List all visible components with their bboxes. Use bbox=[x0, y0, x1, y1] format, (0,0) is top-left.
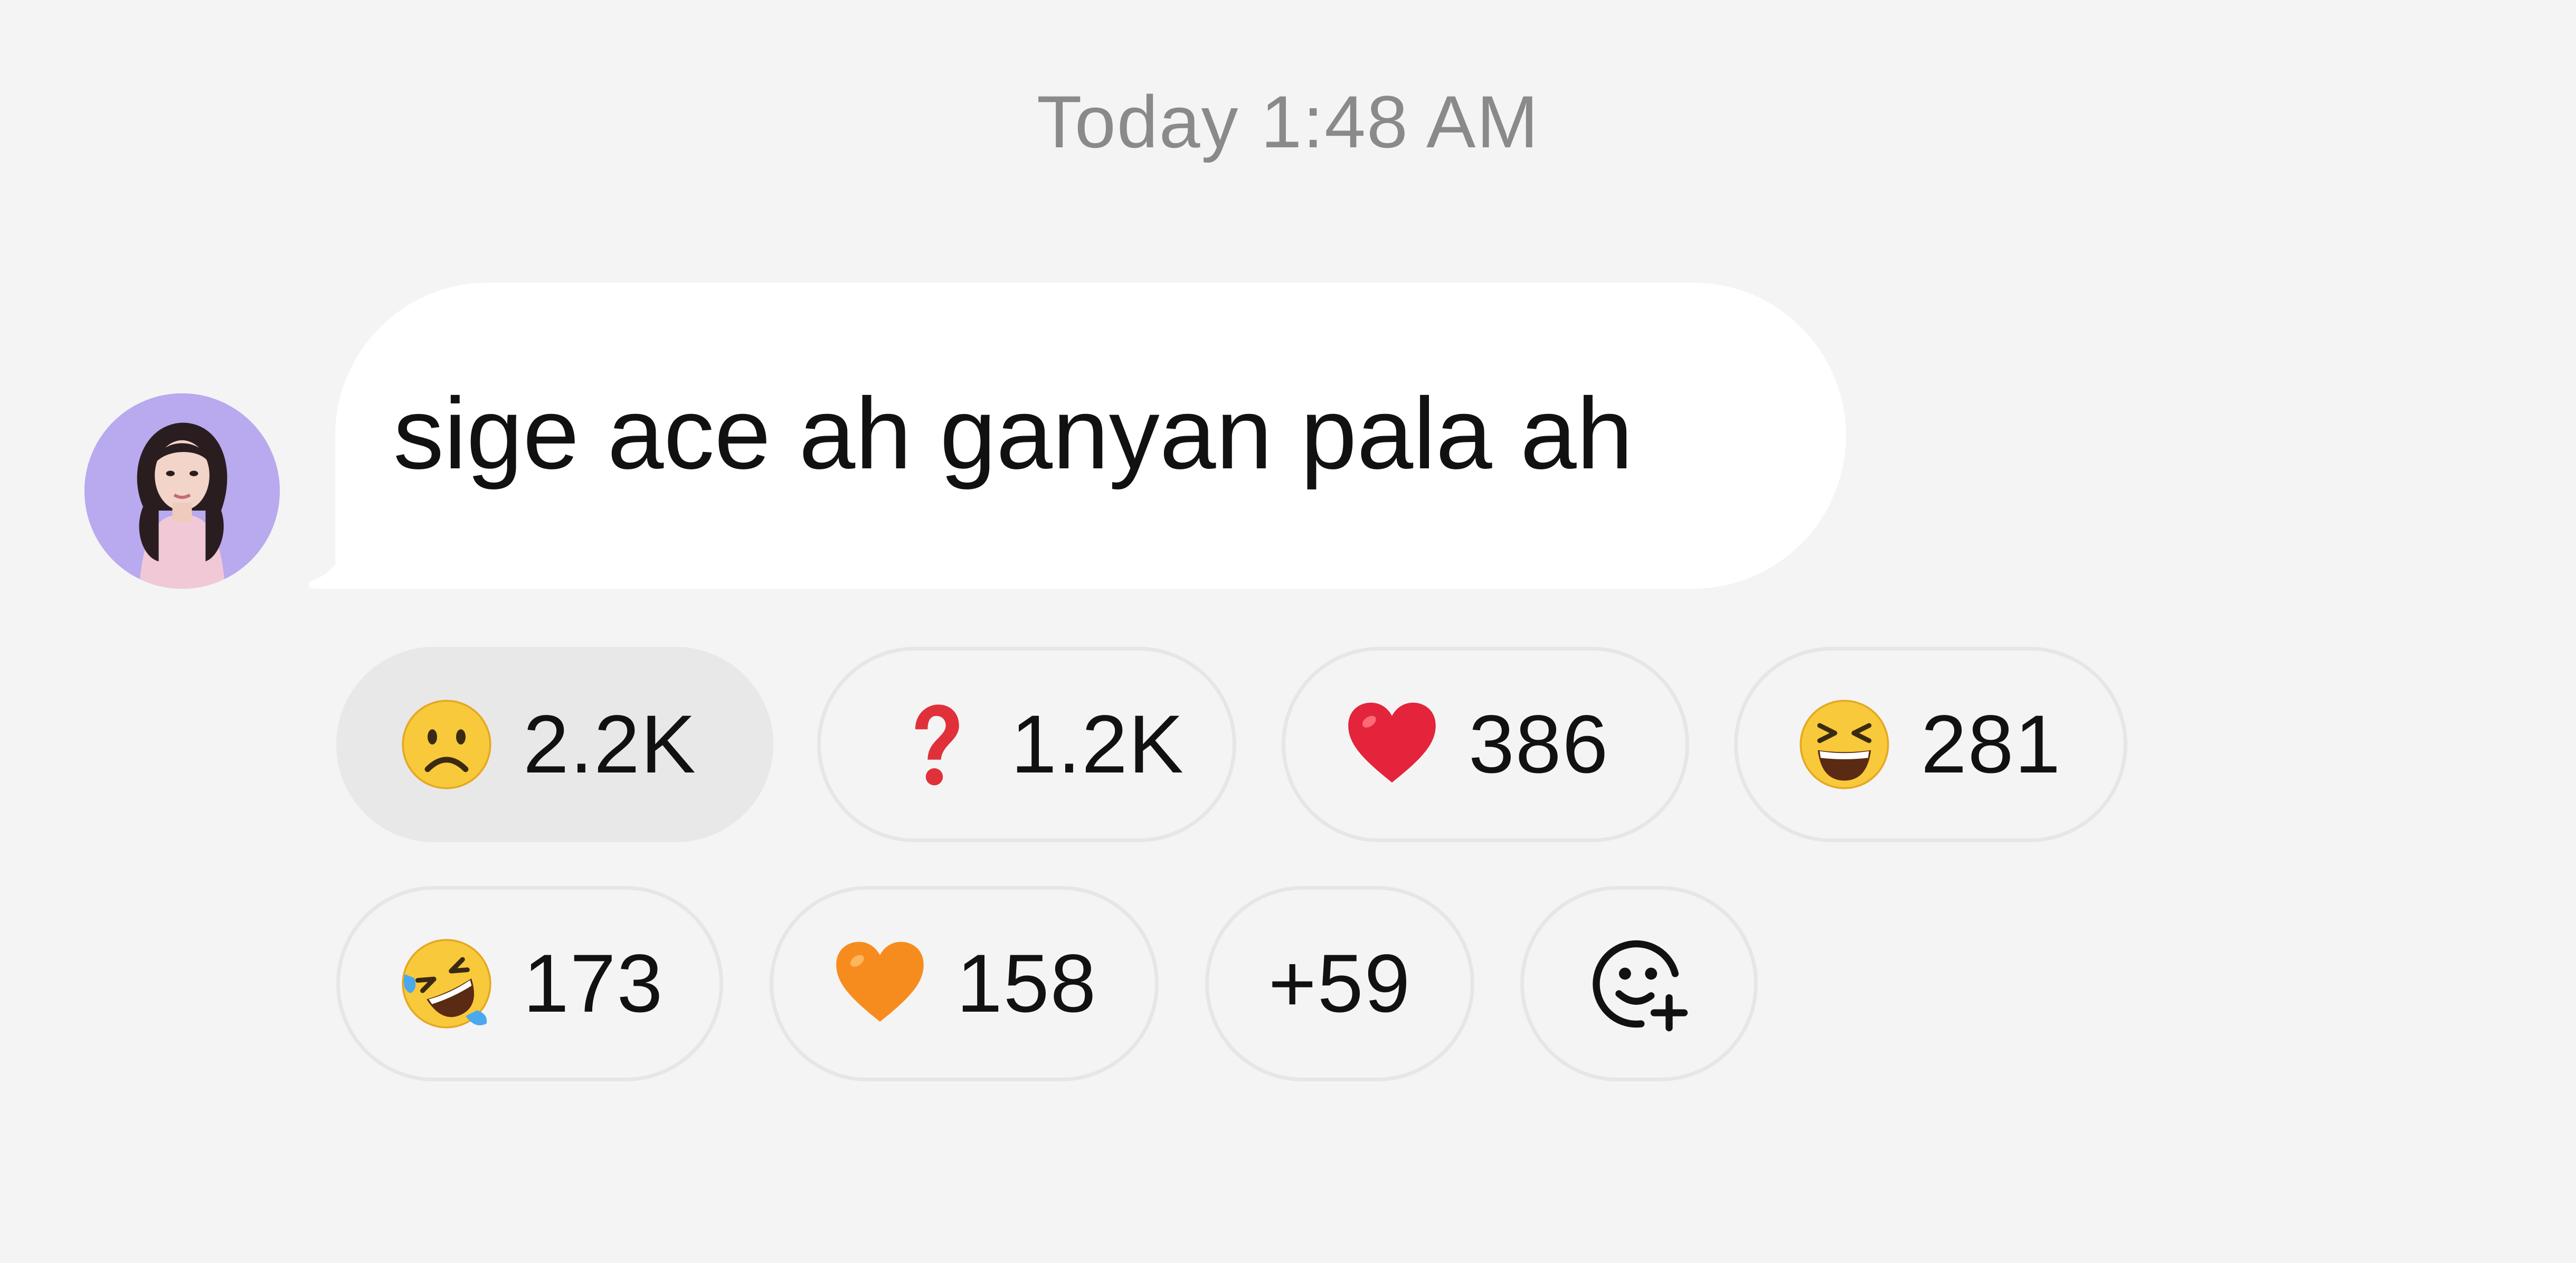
rofl-face-icon bbox=[402, 939, 491, 1029]
reaction-count: 173 bbox=[523, 937, 664, 1030]
message-text: sige ace ah ganyan pala ah bbox=[393, 376, 1633, 490]
reaction-question[interactable]: 1.2K bbox=[817, 647, 1236, 842]
message-bubble[interactable]: sige ace ah ganyan pala ah bbox=[335, 282, 1846, 589]
sender-avatar[interactable] bbox=[84, 393, 280, 589]
reaction-rofl[interactable]: 173 bbox=[336, 886, 723, 1081]
reaction-orange-heart[interactable]: 158 bbox=[770, 886, 1159, 1081]
frowning-face-icon bbox=[402, 700, 491, 789]
reaction-count: 1.2K bbox=[1011, 698, 1185, 790]
message-timestamp: Today 1:48 AM bbox=[1036, 80, 1540, 163]
red-heart-icon bbox=[1348, 702, 1436, 783]
add-reaction-icon bbox=[1593, 940, 1688, 1032]
more-reactions-button[interactable]: +59 bbox=[1205, 886, 1474, 1081]
laughing-face-icon bbox=[1800, 700, 1889, 789]
reaction-sad[interactable]: 2.2K bbox=[336, 647, 773, 842]
reaction-count: 158 bbox=[956, 937, 1097, 1030]
reaction-count: 2.2K bbox=[523, 698, 697, 790]
reaction-laugh[interactable]: 281 bbox=[1734, 647, 2127, 842]
add-reaction-button[interactable] bbox=[1520, 886, 1758, 1081]
reaction-count: 281 bbox=[1921, 698, 2062, 790]
more-reactions-count: +59 bbox=[1268, 937, 1412, 1030]
profile-photo bbox=[84, 393, 280, 589]
reaction-heart[interactable]: 386 bbox=[1282, 647, 1689, 842]
reaction-count: 386 bbox=[1469, 698, 1609, 790]
question-mark-icon bbox=[915, 704, 959, 786]
orange-heart-icon bbox=[836, 941, 924, 1022]
